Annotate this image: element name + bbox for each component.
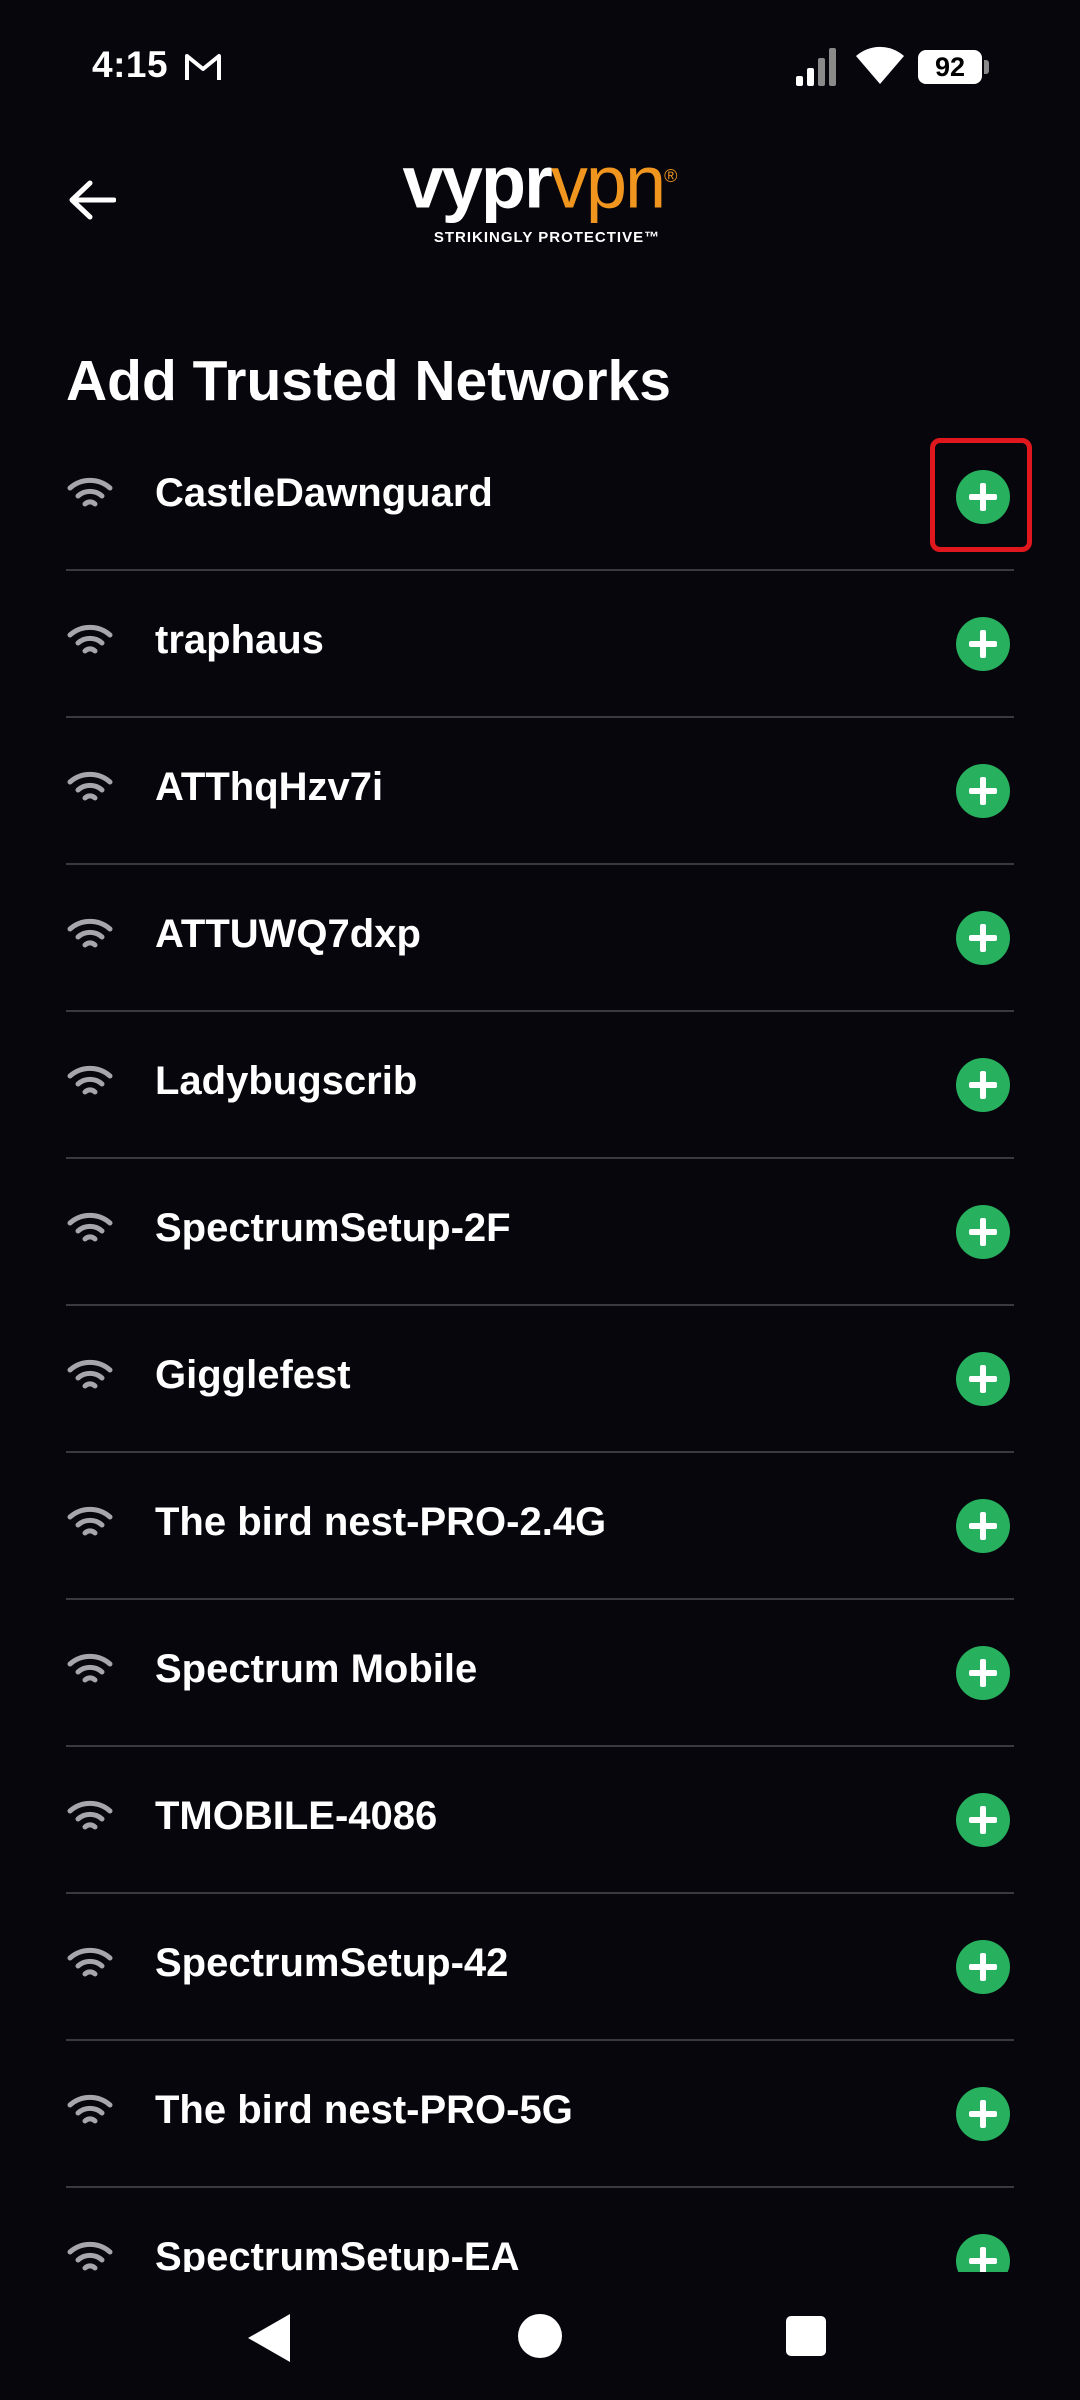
network-name: Gigglefest <box>155 1353 351 1397</box>
wifi-icon <box>66 915 114 955</box>
add-network-button[interactable] <box>956 1793 1010 1847</box>
signal-icon <box>796 48 836 86</box>
add-network-button[interactable] <box>956 617 1010 671</box>
nav-home-button[interactable] <box>518 2314 562 2358</box>
network-name: The bird nest-PRO-2.4G <box>155 1500 607 1544</box>
logo-vpn: vpn <box>550 140 666 224</box>
add-network-button[interactable] <box>956 1205 1010 1259</box>
network-name: ATThqHzv7i <box>155 765 384 809</box>
add-network-button[interactable] <box>956 1499 1010 1553</box>
network-row[interactable]: The bird nest-PRO-5G <box>66 2041 1014 2188</box>
network-row[interactable]: ATThqHzv7i <box>66 718 1014 865</box>
network-name: CastleDawnguard <box>155 471 493 515</box>
wifi-icon <box>66 1650 114 1690</box>
add-network-button[interactable] <box>956 1058 1010 1112</box>
network-name: SpectrumSetup-42 <box>155 1941 509 1985</box>
wifi-icon <box>856 46 904 84</box>
wifi-icon <box>66 2091 114 2131</box>
navigation-bar <box>0 2272 1080 2400</box>
status-bar: 4:15 92 <box>0 0 1080 132</box>
battery-cap <box>984 60 989 74</box>
add-network-button[interactable] <box>956 470 1010 524</box>
network-row[interactable]: Spectrum Mobile <box>66 1600 1014 1747</box>
arrow-left-icon <box>69 180 116 220</box>
logo-wordmark: vyprvpn® <box>340 136 740 223</box>
network-name: TMOBILE-4086 <box>155 1794 438 1838</box>
network-row[interactable]: traphaus <box>66 571 1014 718</box>
wifi-icon <box>66 2238 114 2272</box>
network-name: ATTUWQ7dxp <box>155 912 421 956</box>
logo-tagline: STRIKINGLY PROTECTIVE™ <box>433 228 661 246</box>
wifi-icon <box>66 621 114 661</box>
network-list[interactable]: CastleDawnguard traphaus ATThqHzv7i ATTUWQ7… <box>0 424 1080 2272</box>
network-name: Spectrum Mobile <box>155 1647 478 1691</box>
wifi-icon <box>66 768 114 808</box>
network-row[interactable]: The bird nest-PRO-2.4G <box>66 1453 1014 1600</box>
wifi-icon <box>66 1503 114 1543</box>
gmail-icon <box>185 54 221 80</box>
network-name: Ladybugscrib <box>155 1059 418 1103</box>
status-time: 4:15 <box>92 44 169 85</box>
network-row[interactable]: SpectrumSetup-42 <box>66 1894 1014 2041</box>
add-network-button[interactable] <box>956 1646 1010 1700</box>
add-network-button[interactable] <box>956 2234 1010 2272</box>
wifi-icon <box>66 1356 114 1396</box>
wifi-icon <box>66 474 114 514</box>
add-network-button[interactable] <box>956 764 1010 818</box>
network-row[interactable]: Ladybugscrib <box>66 1012 1014 1159</box>
wifi-icon <box>66 1209 114 1249</box>
battery-icon: 92 <box>918 50 989 84</box>
wifi-icon <box>66 1797 114 1837</box>
nav-recents-button[interactable] <box>786 2316 826 2356</box>
network-row[interactable]: TMOBILE-4086 <box>66 1747 1014 1894</box>
back-button[interactable] <box>56 164 128 236</box>
network-row[interactable]: CastleDawnguard <box>66 424 1014 571</box>
network-name: SpectrumSetup-EA <box>155 2235 520 2272</box>
nav-back-button[interactable] <box>248 2314 290 2362</box>
logo-vypr: vypr <box>402 140 553 224</box>
battery-level: 92 <box>918 50 982 84</box>
add-network-button[interactable] <box>956 2087 1010 2141</box>
network-row[interactable]: SpectrumSetup-2F <box>66 1159 1014 1306</box>
network-name: The bird nest-PRO-5G <box>155 2088 573 2132</box>
add-network-button[interactable] <box>956 911 1010 965</box>
network-name: traphaus <box>155 618 324 662</box>
network-row[interactable]: ATTUWQ7dxp <box>66 865 1014 1012</box>
add-network-button[interactable] <box>956 1940 1010 1994</box>
network-row[interactable]: SpectrumSetup-EA <box>66 2188 1014 2272</box>
network-name: SpectrumSetup-2F <box>155 1206 511 1250</box>
vyprvpn-logo: vyprvpn® STRIKINGLY PROTECTIVE™ <box>340 136 740 256</box>
wifi-icon <box>66 1944 114 1984</box>
wifi-icon <box>66 1062 114 1102</box>
page-title: Add Trusted Networks <box>66 349 671 413</box>
logo-registered: ® <box>664 166 678 186</box>
network-row[interactable]: Gigglefest <box>66 1306 1014 1453</box>
add-network-button[interactable] <box>956 1352 1010 1406</box>
